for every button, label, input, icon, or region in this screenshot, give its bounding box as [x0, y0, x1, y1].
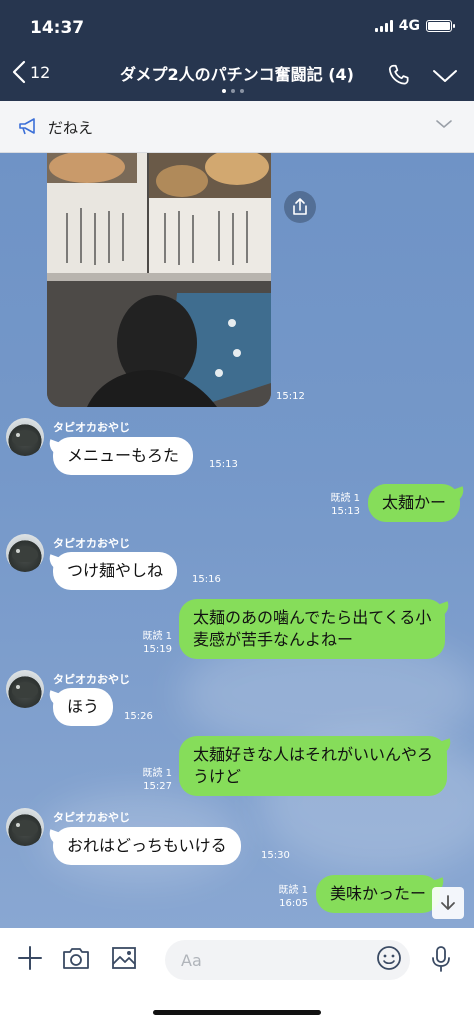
- avatar[interactable]: [6, 670, 44, 708]
- image-button[interactable]: [110, 944, 138, 976]
- message-bubble[interactable]: 太麺かー: [368, 484, 461, 522]
- status-indicators: 4G: [374, 18, 455, 34]
- page-indicator: [222, 89, 244, 93]
- call-button[interactable]: [386, 62, 412, 92]
- avatar[interactable]: [6, 418, 44, 456]
- back-button[interactable]: 12: [12, 60, 50, 84]
- message-line: 麦感が苦手なんよねー: [193, 630, 354, 649]
- message-line: 太麺好きな人はそれがいいんやろ: [193, 745, 434, 764]
- message-bubble[interactable]: 太麺のあの噛んでたら出てくる小 麦感が苦手なんよねー: [179, 599, 446, 659]
- message-bubble[interactable]: つけ麺やしね: [53, 552, 178, 590]
- sender-name: タピオカおやじ: [53, 811, 130, 824]
- chat-title: ダメプ2人のパチンコ奮闘記 (4): [120, 65, 354, 84]
- avatar[interactable]: [6, 534, 44, 572]
- message-line: うけど: [193, 767, 242, 786]
- microphone-icon: [432, 946, 450, 972]
- input-bar: [0, 928, 474, 1024]
- chat-area[interactable]: 15:12 タピオカおやじ メニューもろた 15:13 既読 1 15:13 太…: [0, 153, 474, 928]
- read-receipt: 既読 1 15:19: [130, 630, 172, 656]
- message-bubble[interactable]: 太麺好きな人はそれがいいんやろ うけど: [179, 736, 448, 796]
- arrow-down-icon: [441, 895, 455, 910]
- plus-icon: [18, 946, 42, 970]
- chevron-down-icon: [433, 70, 457, 82]
- message-time: 15:12: [276, 391, 305, 402]
- message-bubble[interactable]: 美味かったー: [316, 875, 441, 913]
- scroll-down-button[interactable]: [432, 887, 464, 919]
- chat-header: 14:37 4G 12 ダメプ2人のパチンコ奮闘記 (4): [0, 0, 474, 101]
- sender-name: タピオカおやじ: [53, 673, 130, 686]
- message-bubble[interactable]: メニューもろた: [53, 437, 194, 475]
- message-time: 15:13: [209, 459, 238, 470]
- phone-icon: [388, 64, 409, 85]
- unread-count: 12: [30, 62, 51, 82]
- message-bubble[interactable]: ほう: [53, 688, 114, 726]
- add-button[interactable]: [16, 944, 44, 976]
- sender-name: タピオカおやじ: [53, 537, 130, 550]
- chevron-down-icon: [436, 120, 452, 129]
- read-label: 既読 1: [278, 885, 308, 896]
- avatar[interactable]: [6, 808, 44, 846]
- camera-icon: [63, 948, 89, 969]
- emoji-icon: [377, 946, 401, 970]
- read-receipt: 既読 1 16:05: [266, 884, 308, 910]
- menu-photo: [47, 153, 271, 407]
- emoji-button[interactable]: [376, 945, 402, 975]
- read-label: 既読 1: [330, 493, 360, 504]
- read-label: 既読 1: [142, 768, 172, 779]
- announcement-text: だねえ: [48, 119, 94, 137]
- read-receipt: 既読 1 15:13: [318, 492, 360, 518]
- photo-message[interactable]: [47, 153, 271, 407]
- status-time: 14:37: [30, 18, 85, 38]
- read-receipt: 既読 1 15:27: [130, 767, 172, 793]
- share-icon: [293, 198, 307, 215]
- read-label: 既読 1: [142, 631, 172, 642]
- message-input[interactable]: [165, 940, 410, 980]
- network-label: 4G: [398, 18, 420, 34]
- message-time: 15:26: [124, 711, 153, 722]
- message-time: 16:05: [279, 898, 308, 909]
- home-indicator: [153, 1010, 321, 1015]
- image-icon: [112, 947, 136, 969]
- message-time: 15:13: [331, 506, 360, 517]
- message-time: 15:19: [143, 644, 172, 655]
- message-time: 15:30: [261, 850, 290, 861]
- signal-icon: [374, 20, 393, 32]
- megaphone-icon: [19, 118, 35, 135]
- sender-name: タピオカおやじ: [53, 421, 130, 434]
- battery-icon: [426, 20, 455, 32]
- header-menu-button[interactable]: [432, 68, 458, 88]
- message-bubble[interactable]: おれはどっちもいける: [53, 827, 241, 865]
- share-button[interactable]: [284, 191, 316, 223]
- message-line: 太麺のあの噛んでたら出てくる小: [193, 608, 432, 627]
- message-time: 15:16: [192, 574, 221, 585]
- announcement-bar[interactable]: だねえ: [0, 101, 474, 153]
- chevron-left-icon: [12, 60, 26, 84]
- message-time: 15:27: [143, 781, 172, 792]
- voice-button[interactable]: [428, 944, 454, 978]
- camera-button[interactable]: [61, 944, 91, 976]
